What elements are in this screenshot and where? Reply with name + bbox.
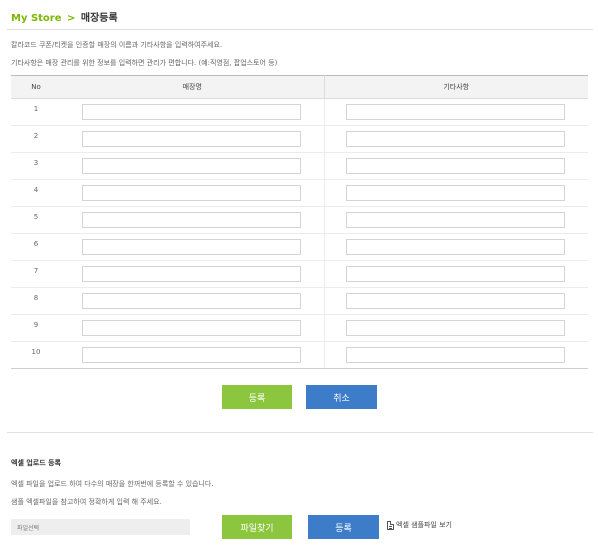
etc-input[interactable] xyxy=(345,212,565,228)
etc-cell xyxy=(324,125,588,153)
header-divider xyxy=(7,29,593,30)
etc-input[interactable] xyxy=(345,347,565,363)
store-table: No 매장명 기타사항 1 2 3 4 5 6 7 8 9 10 xyxy=(11,75,588,369)
store-name-input[interactable] xyxy=(82,131,301,147)
store-name-cell xyxy=(61,287,325,315)
store-name-cell xyxy=(61,341,325,369)
store-name-input[interactable] xyxy=(82,347,301,363)
table-row: 6 xyxy=(11,233,588,261)
table-row: 3 xyxy=(11,152,588,180)
excel-text-2: 샘플 엑셀파일을 참고하여 정확하게 입력 해 주세요. xyxy=(11,498,162,506)
etc-cell xyxy=(324,233,588,261)
row-number: 2 xyxy=(11,125,61,153)
header-no: No xyxy=(11,75,61,99)
store-name-input[interactable] xyxy=(82,239,301,255)
file-find-button[interactable]: 파일찾기 xyxy=(222,515,292,539)
table-row: 9 xyxy=(11,314,588,342)
row-number: 1 xyxy=(11,98,61,126)
etc-cell xyxy=(324,152,588,180)
etc-cell xyxy=(324,314,588,342)
table-header-row: No 매장명 기타사항 xyxy=(11,75,588,99)
breadcrumb: My Store > 매장등록 xyxy=(11,9,118,24)
register-button[interactable]: 등록 xyxy=(222,385,292,409)
excel-file-icon xyxy=(387,520,394,530)
etc-input[interactable] xyxy=(345,320,565,336)
etc-input[interactable] xyxy=(345,293,565,309)
store-name-input[interactable] xyxy=(82,212,301,228)
breadcrumb-separator: > xyxy=(67,13,76,24)
row-number: 5 xyxy=(11,206,61,234)
row-number: 10 xyxy=(11,341,61,369)
table-row: 4 xyxy=(11,179,588,207)
store-name-cell xyxy=(61,206,325,234)
etc-cell xyxy=(324,98,588,126)
row-number: 6 xyxy=(11,233,61,261)
excel-sample-label: 엑셀 샘플파일 보기 xyxy=(396,521,452,529)
etc-input[interactable] xyxy=(345,239,565,255)
etc-cell xyxy=(324,260,588,288)
store-name-cell xyxy=(61,125,325,153)
etc-cell xyxy=(324,179,588,207)
row-number: 4 xyxy=(11,179,61,207)
excel-text-1: 엑셀 파일을 업로드 하여 다수의 매장을 한꺼번에 등록할 수 있습니다. xyxy=(11,480,214,488)
table-row: 8 xyxy=(11,287,588,315)
etc-cell xyxy=(324,206,588,234)
cancel-button[interactable]: 취소 xyxy=(306,385,377,409)
intro-text-2: 기타사항은 매장 관리를 위한 정보를 입력하면 관리가 편합니다. (예:직영… xyxy=(11,59,278,67)
header-etc: 기타사항 xyxy=(324,75,588,99)
etc-input[interactable] xyxy=(345,266,565,282)
table-body: 1 2 3 4 5 6 7 8 9 10 xyxy=(11,98,588,369)
store-name-cell xyxy=(61,152,325,180)
excel-register-button[interactable]: 등록 xyxy=(308,515,379,539)
store-name-cell xyxy=(61,98,325,126)
section-divider xyxy=(7,432,593,433)
intro-text-1: 칼라코드 쿠폰/티켓을 인증할 매장의 이름과 기타사항을 입력하여주세요. xyxy=(11,41,223,49)
etc-input[interactable] xyxy=(345,185,565,201)
etc-input[interactable] xyxy=(345,131,565,147)
breadcrumb-store-link[interactable]: My Store xyxy=(11,13,62,24)
excel-sample-link[interactable]: 엑셀 샘플파일 보기 xyxy=(387,520,452,530)
table-row: 1 xyxy=(11,98,588,126)
store-name-input[interactable] xyxy=(82,266,301,282)
store-name-input[interactable] xyxy=(82,158,301,174)
etc-input[interactable] xyxy=(345,104,565,120)
file-path-input[interactable]: 파일선택 xyxy=(11,519,190,535)
table-row: 2 xyxy=(11,125,588,153)
store-name-input[interactable] xyxy=(82,320,301,336)
row-number: 9 xyxy=(11,314,61,342)
etc-input[interactable] xyxy=(345,158,565,174)
table-row: 5 xyxy=(11,206,588,234)
table-row: 10 xyxy=(11,341,588,369)
store-name-input[interactable] xyxy=(82,185,301,201)
header-store-name: 매장명 xyxy=(61,75,325,99)
row-number: 7 xyxy=(11,260,61,288)
etc-cell xyxy=(324,287,588,315)
store-name-cell xyxy=(61,314,325,342)
store-name-input[interactable] xyxy=(82,293,301,309)
etc-cell xyxy=(324,341,588,369)
table-row: 7 xyxy=(11,260,588,288)
store-name-cell xyxy=(61,260,325,288)
row-number: 8 xyxy=(11,287,61,315)
store-name-cell xyxy=(61,179,325,207)
store-name-cell xyxy=(61,233,325,261)
row-number: 3 xyxy=(11,152,61,180)
store-name-input[interactable] xyxy=(82,104,301,120)
excel-section-title: 엑셀 업로드 등록 xyxy=(11,459,61,467)
page-title: 매장등록 xyxy=(80,13,118,24)
